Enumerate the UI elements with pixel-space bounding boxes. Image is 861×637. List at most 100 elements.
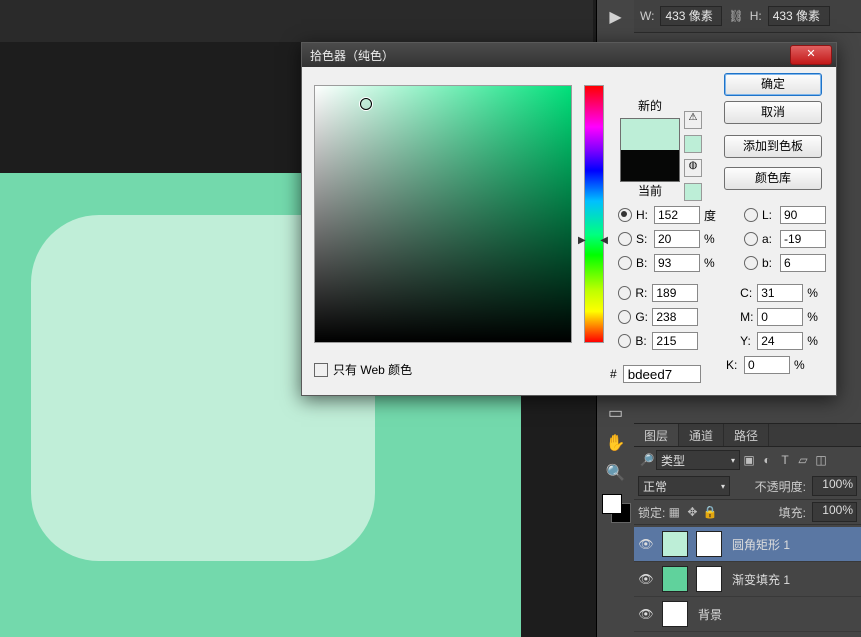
rect-tool-icon[interactable]: ▭	[604, 402, 628, 426]
m-input[interactable]	[757, 308, 803, 326]
sv-cursor-icon[interactable]	[360, 98, 372, 110]
close-button[interactable]: ✕	[790, 45, 832, 65]
zoom-tool-icon[interactable]: 🔍	[604, 462, 628, 486]
web-only-checkbox[interactable]	[314, 363, 328, 377]
opacity-input[interactable]: 100%	[812, 476, 857, 496]
h-input[interactable]	[654, 206, 700, 224]
radio-bb[interactable]	[618, 334, 631, 348]
layer-thumb[interactable]	[662, 601, 688, 627]
editor-canvas-deadzone	[0, 0, 594, 42]
tab-paths[interactable]: 路径	[724, 424, 769, 446]
filter-type-icon[interactable]: T	[776, 453, 794, 467]
visibility-icon[interactable]: 👁	[634, 607, 658, 621]
visibility-icon[interactable]: 👁	[634, 537, 658, 551]
blend-mode-label: 正常	[643, 478, 667, 495]
link-icon[interactable]: ⛓	[728, 9, 743, 23]
mask-thumb[interactable]	[696, 566, 722, 592]
radio-b2[interactable]	[744, 256, 758, 270]
color-library-button[interactable]: 颜色库	[724, 167, 822, 190]
visibility-icon[interactable]: 👁	[634, 572, 658, 586]
radio-b[interactable]	[618, 256, 632, 270]
l-input[interactable]	[780, 206, 826, 224]
layer-kind-select[interactable]: 类型 ▾	[656, 450, 740, 470]
hue-slider[interactable]	[584, 85, 604, 343]
filter-shape-icon[interactable]: ▱	[794, 453, 812, 467]
new-label: 新的	[620, 97, 680, 114]
move-tool-icon[interactable]: ▶	[604, 6, 628, 30]
layer-row[interactable]: 👁 背景	[634, 597, 861, 632]
tab-layers[interactable]: 图层	[634, 424, 679, 446]
lock-row: 锁定: ▦ ✥ 🔒 填充: 100%	[634, 499, 861, 525]
chevron-down-icon: ▾	[721, 482, 725, 491]
radio-a[interactable]	[744, 232, 758, 246]
a-input[interactable]	[780, 230, 826, 248]
width-label: W:	[640, 9, 654, 23]
web-only-label: 只有 Web 颜色	[333, 361, 412, 378]
dialog-titlebar[interactable]: 拾色器（纯色） ✕	[302, 43, 836, 67]
bval-input[interactable]	[654, 254, 700, 272]
layers-list: 👁 圆角矩形 1 👁 渐变填充 1 👁 背景	[634, 525, 861, 632]
layer-name: 渐变填充 1	[732, 571, 790, 588]
lock-pixels-icon[interactable]: ▦	[665, 505, 683, 519]
color-fields: H: 度 L: S: % a: B: % b: R	[618, 203, 828, 377]
fill-input[interactable]: 100%	[812, 502, 857, 522]
websafe-warning-icon[interactable]: ◍	[684, 159, 702, 177]
radio-s[interactable]	[618, 232, 632, 246]
preview-box	[620, 118, 680, 182]
width-input[interactable]: 433 像素	[660, 6, 722, 26]
lock-position-icon[interactable]: ✥	[683, 505, 701, 519]
layer-row[interactable]: 👁 圆角矩形 1	[634, 527, 861, 562]
filter-image-icon[interactable]: ▣	[740, 453, 758, 467]
blend-row: 正常 ▾ 不透明度: 100%	[634, 473, 861, 499]
layer-thumb[interactable]	[662, 531, 688, 557]
dialog-title: 拾色器（纯色）	[310, 47, 394, 64]
k-input[interactable]	[744, 356, 790, 374]
foreground-swatch[interactable]	[602, 494, 622, 514]
warning-column: ⚠ ◍	[684, 111, 702, 207]
y-input[interactable]	[757, 332, 803, 350]
layer-name: 圆角矩形 1	[732, 536, 790, 553]
tab-channels[interactable]: 通道	[679, 424, 724, 446]
filter-adjust-icon[interactable]: ◐	[758, 453, 776, 467]
layer-thumb[interactable]	[662, 566, 688, 592]
lock-all-icon[interactable]: 🔒	[701, 505, 719, 519]
radio-l[interactable]	[744, 208, 758, 222]
radio-h[interactable]	[618, 208, 632, 222]
search-icon[interactable]: 🔎	[638, 453, 656, 467]
layer-row[interactable]: 👁 渐变填充 1	[634, 562, 861, 597]
layer-kind-label: 类型	[661, 452, 685, 469]
hex-input[interactable]	[623, 365, 701, 383]
gamut-warning-icon[interactable]: ⚠	[684, 111, 702, 129]
layer-name: 背景	[698, 606, 722, 623]
hex-row: #	[610, 365, 701, 383]
c-input[interactable]	[757, 284, 803, 302]
chevron-down-icon: ▾	[731, 456, 735, 465]
cancel-button[interactable]: 取消	[724, 101, 822, 124]
b2-input[interactable]	[780, 254, 826, 272]
s-input[interactable]	[654, 230, 700, 248]
current-label: 当前	[620, 182, 680, 199]
filter-row: 🔎 类型 ▾ ▣ ◐ T ▱ ◫	[634, 447, 861, 473]
blend-mode-select[interactable]: 正常 ▾	[638, 476, 730, 496]
hand-tool-icon[interactable]: ✋	[604, 432, 628, 456]
filter-smart-icon[interactable]: ◫	[812, 453, 830, 467]
bb-input[interactable]	[652, 332, 698, 350]
g-input[interactable]	[652, 308, 698, 326]
radio-r[interactable]	[618, 286, 631, 300]
web-only-row: 只有 Web 颜色	[314, 361, 412, 378]
radio-g[interactable]	[618, 310, 631, 324]
color-picker-dialog: 拾色器（纯色） ✕ ▶◀ 新的 当前 ⚠ ◍ 确定 取消 添加到色板 颜色库	[301, 42, 837, 396]
saturation-value-field[interactable]	[314, 85, 572, 343]
gamut-swatch[interactable]	[684, 135, 702, 153]
r-input[interactable]	[652, 284, 698, 302]
swatches[interactable]	[602, 494, 630, 522]
height-label: H:	[750, 9, 762, 23]
preview-current-swatch[interactable]	[621, 150, 679, 181]
height-input[interactable]: 433 像素	[768, 6, 830, 26]
websafe-swatch[interactable]	[684, 183, 702, 201]
preview-new-swatch[interactable]	[621, 119, 679, 150]
add-swatch-button[interactable]: 添加到色板	[724, 135, 822, 158]
ok-button[interactable]: 确定	[724, 73, 822, 96]
mask-thumb[interactable]	[696, 531, 722, 557]
options-bar: W: 433 像素 ⛓ H: 433 像素	[634, 0, 861, 33]
